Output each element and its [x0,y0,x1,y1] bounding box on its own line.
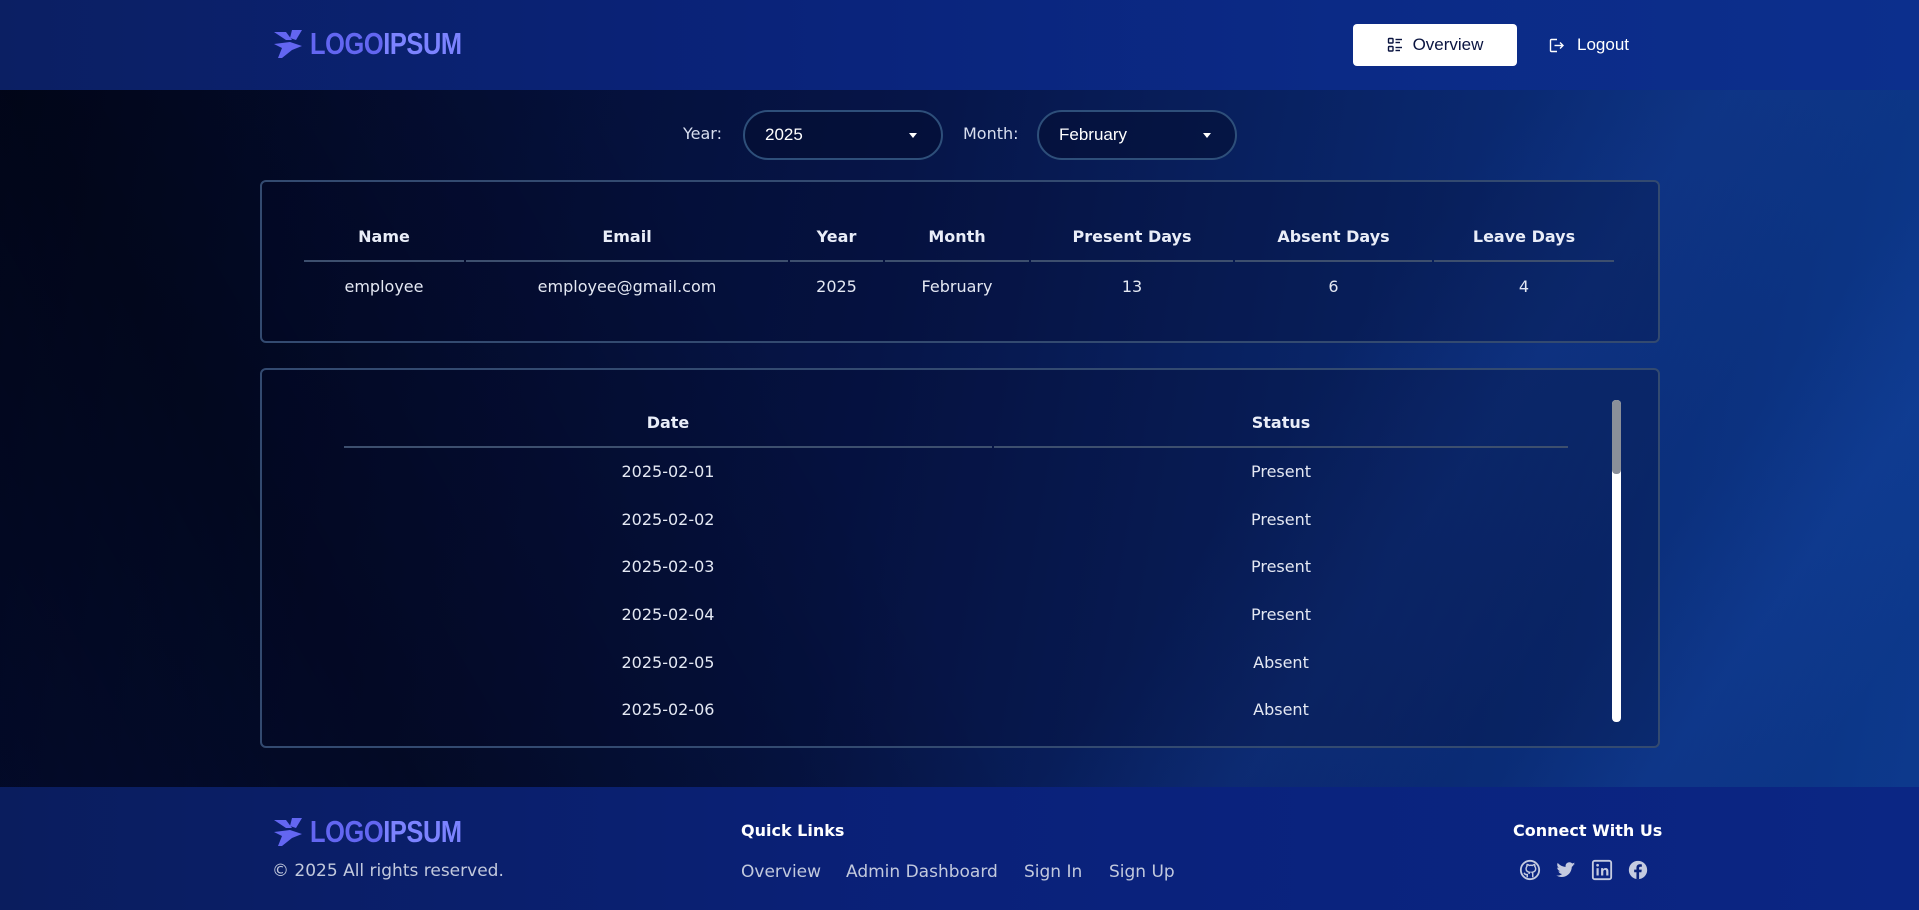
year-label: Year: [683,124,722,143]
header-logo[interactable]: LOGOIPSUM [272,26,495,62]
cell-status: Present [1250,509,1312,529]
column-header: Email [466,212,788,262]
footer: LOGOIPSUM © 2025 All rights reserved. Qu… [0,787,1919,910]
attendance-card: Date Status 2025-02-01 Present 2025-02-02… [260,368,1660,748]
month-select[interactable]: February [1037,110,1237,160]
column-header: Absent Days [1235,212,1432,262]
summary-card: Name Email Year Month Present Days Absen… [260,180,1660,343]
footer-link-sign-up[interactable]: Sign Up [1109,862,1175,882]
footer-link-sign-in[interactable]: Sign In [1024,862,1082,882]
cell-month: February [921,276,993,296]
column-header: Leave Days [1434,212,1614,262]
attendance-table: Date Status 2025-02-01 Present 2025-02-02… [342,398,1570,730]
logo-text: LOGOIPSUM [310,814,462,849]
quick-links-heading: Quick Links [741,821,845,840]
cell-name: employee [344,276,424,296]
overview-button[interactable]: Overview [1353,24,1517,66]
top-navbar: LOGOIPSUM Overview Logout [0,0,1919,90]
year-select[interactable]: 2025 [743,110,943,160]
table-row: 2025-02-05 Absent [344,638,1568,686]
cell-year: 2025 [816,276,857,296]
cell-absent-days: 6 [1328,276,1339,296]
cell-date: 2025-02-02 [621,509,715,529]
footer-logo[interactable]: LOGOIPSUM [272,814,495,850]
chevron-down-icon [1203,133,1211,138]
table-row: 2025-02-04 Present [344,591,1568,639]
column-header: Present Days [1031,212,1233,262]
summary-table: Name Email Year Month Present Days Absen… [302,212,1616,310]
cell-date: 2025-02-03 [621,557,715,577]
footer-link-admin-dashboard[interactable]: Admin Dashboard [846,862,998,882]
scrollbar-thumb[interactable] [1612,400,1621,474]
copyright-text: © 2025 All rights reserved. [272,861,504,881]
column-header: Name [304,212,464,262]
attendance-header-row: Date Status [344,398,1568,448]
month-select-value: February [1059,125,1128,144]
filter-bar: Year: 2025 Month: February [0,110,1919,160]
table-row: 2025-02-01 Present [344,448,1568,496]
logout-button-label: Logout [1577,35,1629,54]
column-header: Year [790,212,883,262]
column-header: Status [994,398,1568,448]
cell-email: employee@gmail.com [537,276,717,296]
table-row: 2025-02-02 Present [344,496,1568,544]
cell-date: 2025-02-05 [621,652,715,672]
logo-mark-icon [274,818,302,846]
cell-status: Present [1250,557,1312,577]
table-row: employee employee@gmail.com 2025 Februar… [304,262,1614,310]
connect-heading: Connect With Us [1513,821,1663,840]
scrollbar-track[interactable] [1612,400,1621,722]
column-header: Date [344,398,992,448]
summary-header-row: Name Email Year Month Present Days Absen… [304,212,1614,262]
column-header: Month [885,212,1029,262]
cell-status: Absent [1253,700,1309,720]
overview-button-label: Overview [1412,35,1484,54]
logo-text: LOGOIPSUM [310,26,462,61]
table-row: 2025-02-03 Present [344,543,1568,591]
logo-mark-icon [274,30,302,58]
github-icon[interactable] [1519,859,1541,881]
twitter-icon[interactable] [1555,859,1577,881]
month-label: Month: [963,124,1019,143]
cell-date: 2025-02-04 [621,605,715,625]
cell-status: Present [1250,462,1312,482]
logout-icon [1549,38,1564,52]
logout-button[interactable]: Logout [1548,24,1644,66]
cell-present-days: 13 [1121,276,1143,296]
linkedin-icon[interactable] [1591,859,1613,881]
cell-status: Present [1250,605,1312,625]
footer-link-overview[interactable]: Overview [741,862,821,882]
facebook-icon[interactable] [1627,859,1649,881]
cell-leave-days: 4 [1518,276,1530,296]
attendance-scroll-area[interactable]: Date Status 2025-02-01 Present 2025-02-02… [342,398,1632,730]
list-details-icon [1387,37,1402,52]
cell-status: Absent [1253,652,1309,672]
year-select-value: 2025 [765,125,803,144]
table-row: 2025-02-06 Absent [344,686,1568,730]
chevron-down-icon [909,133,917,138]
cell-date: 2025-02-06 [621,700,715,720]
cell-date: 2025-02-01 [621,462,715,482]
